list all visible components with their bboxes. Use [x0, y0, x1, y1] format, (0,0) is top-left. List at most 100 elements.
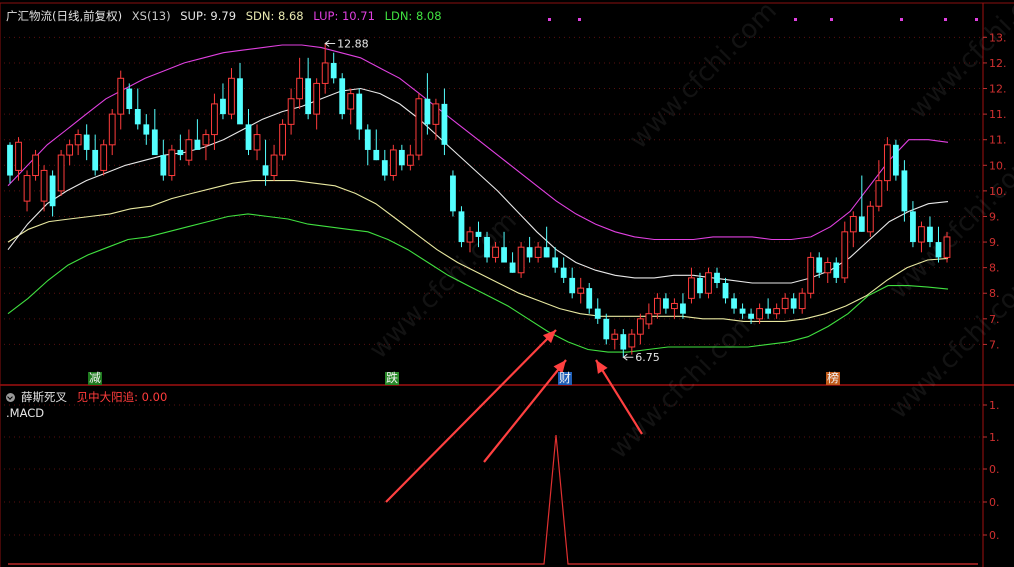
watermark-text: www.cfchi.com [624, 0, 783, 155]
candle-body-down [569, 277, 576, 294]
candle-body-down [816, 257, 823, 273]
signal-dot [944, 18, 947, 21]
candle-body-down [356, 93, 363, 130]
candle-body-up [577, 287, 585, 294]
candle-body-down [245, 124, 252, 150]
candle-body-down [901, 170, 908, 212]
candle-body-up [756, 308, 763, 320]
watermark-text: www.cfchi.com [364, 206, 523, 365]
signal-dot [975, 18, 978, 21]
annotation-arrow [595, 359, 643, 435]
high-marker-label: 12.88 [337, 37, 369, 50]
candle-body-down [594, 308, 601, 319]
candle-body-up [645, 313, 653, 325]
candle-body-up [492, 246, 499, 258]
sub-y-tick-label: 0. [989, 529, 1000, 542]
candle-body-up [688, 277, 695, 299]
y-tick-label: 7. [989, 313, 1000, 326]
candle-body-down [458, 211, 465, 243]
candle-body-up [202, 134, 210, 146]
event-tag-ranking[interactable]: 榜 [826, 372, 841, 385]
signal-label: 见中大阳追: 0.00 [76, 390, 168, 404]
candle-body-up [15, 141, 22, 171]
candle-body-down [833, 262, 840, 278]
y-tick-label: 8. [989, 287, 1000, 300]
candle-body-down [697, 277, 703, 294]
annotation-arrow [385, 329, 557, 503]
candle-body-up [74, 134, 82, 146]
candle-body-down [237, 78, 243, 125]
event-tag-reduce[interactable]: 减 [88, 372, 103, 385]
candle-body-up [866, 205, 874, 233]
candle-body-down [83, 134, 90, 150]
sub-y-tick-label: 0. [989, 463, 1000, 476]
candle-body-down [381, 160, 388, 176]
candle-body-down [663, 298, 669, 309]
candle-body-down [424, 98, 431, 125]
signal-dot [794, 18, 797, 21]
low-marker-label: 6.75 [635, 351, 660, 364]
candle-body-down [910, 211, 916, 243]
main-chart-header: 广汇物流(日线,前复权) XS(13) SUP: 9.79 SDN: 8.68 … [6, 8, 448, 24]
candle-body-down [441, 103, 448, 145]
candle-body-down [398, 149, 405, 166]
candle-body-up [253, 134, 261, 151]
candle-body-down [220, 98, 226, 115]
event-tag-limit-down[interactable]: 跌 [385, 372, 400, 385]
candle-body-up [636, 318, 644, 335]
candle-body-down [509, 262, 516, 273]
candle-body-up [415, 98, 423, 156]
candle-body-down [160, 155, 167, 176]
dropdown-arrow-icon[interactable] [6, 393, 15, 402]
sub-y-tick-label: 1. [989, 399, 1000, 412]
candle-body-down [364, 129, 371, 150]
event-tag-finance[interactable]: 财 [558, 372, 573, 385]
candle-body-down [484, 236, 490, 258]
candle-body-up [211, 103, 218, 136]
signal-line [8, 434, 978, 565]
candle-body-up [781, 297, 789, 310]
candle-body-down [748, 313, 754, 319]
candle-body-up [611, 333, 619, 340]
candle-body-down [177, 149, 184, 156]
candle-body-down [739, 308, 746, 314]
signal-dot [900, 18, 903, 21]
signal-dot [548, 18, 551, 21]
sub-indicator-name[interactable]: 薛斯死叉 [21, 390, 67, 404]
y-tick-label: 12. [989, 83, 1007, 96]
lup-indicator-label: LUP: 10.71 [313, 9, 375, 23]
annotation-arrow-head [596, 360, 608, 374]
candle-body-up [466, 231, 474, 243]
candle-body-up [185, 139, 193, 161]
candle-body-down [501, 247, 507, 263]
xs-indicator-label: XS(13) [131, 9, 171, 23]
candle-body-down [126, 88, 133, 109]
candle-body-down [543, 247, 550, 258]
candle-body-up [628, 333, 636, 348]
candle-body-up [517, 246, 525, 274]
sub-y-tick-label: 1. [989, 431, 1000, 444]
candle-body-down [620, 334, 627, 350]
candle-body-down [586, 288, 593, 309]
candle-body-down [892, 144, 899, 176]
ldn-indicator-label: LDN: 8.08 [384, 9, 442, 23]
candle-body-up [671, 302, 678, 310]
candle-body-down [603, 318, 610, 340]
candle-body-down [731, 298, 737, 309]
candle-body-down [526, 247, 533, 258]
candle-body-up [117, 77, 125, 115]
sub-y-tick-label: 0. [989, 496, 1000, 509]
candle-body-up [406, 154, 414, 166]
candle-body-down [680, 303, 686, 314]
candle-body-up [313, 82, 321, 115]
candle-body-up [918, 226, 925, 243]
y-tick-label: 10. [989, 159, 1007, 172]
high-marker-arrow [324, 40, 336, 47]
candle-body-up [705, 272, 712, 294]
y-tick-label: 8. [989, 262, 1000, 275]
signal-dot [830, 18, 833, 21]
y-tick-label: 13. [989, 31, 1007, 44]
candle-body-up [807, 256, 815, 294]
candle-body-down [7, 144, 13, 176]
candle-body-up [57, 154, 65, 192]
